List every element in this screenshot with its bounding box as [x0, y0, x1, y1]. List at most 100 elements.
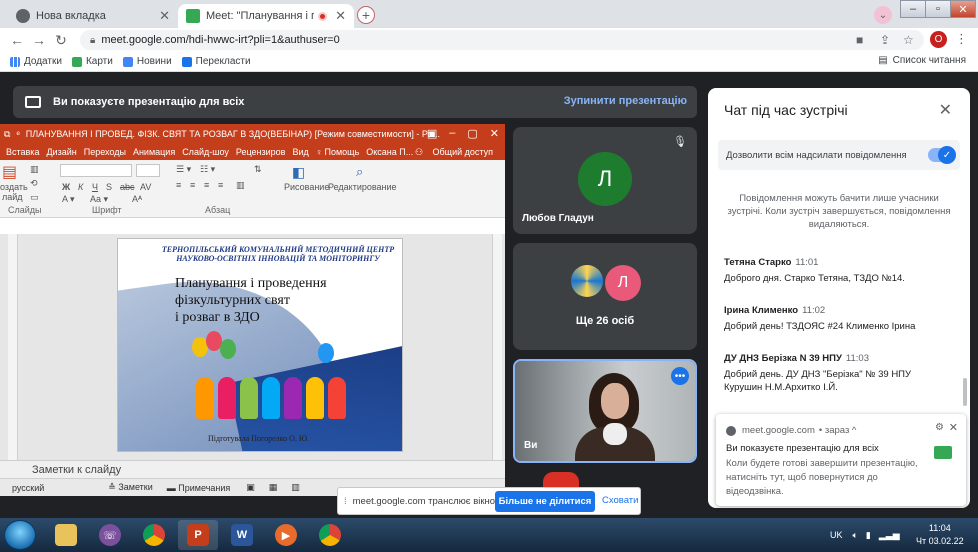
tab-transitions[interactable]: Переходы: [84, 147, 126, 157]
qat-icon[interactable]: ᵉ: [16, 129, 19, 139]
back-icon[interactable]: ←: [6, 32, 28, 48]
new-slide-label-2[interactable]: лайд: [2, 192, 23, 202]
forward-icon[interactable]: →: [28, 32, 50, 48]
tab-review[interactable]: Рецензиров: [236, 147, 286, 157]
close-icon[interactable]: ✕: [949, 421, 958, 434]
address-bar[interactable]: 🔒︎ meet.google.com/hdi-hwwc-irt?pli=1&au…: [80, 30, 924, 50]
tab-new-tab[interactable]: Нова вкладка ✕: [8, 4, 178, 28]
normal-view-icon[interactable]: ▣: [246, 482, 255, 493]
align-left-icon[interactable]: ≡: [176, 180, 181, 190]
search-icon[interactable]: ⌕: [356, 164, 363, 180]
bookmark-apps[interactable]: Додатки: [10, 56, 62, 67]
numbering-icon[interactable]: ☷ ▾: [200, 164, 215, 175]
layout-icon[interactable]: ▥: [30, 164, 39, 175]
share-icon[interactable]: ⇪: [880, 33, 890, 47]
thumbnail-scrollbar[interactable]: [8, 234, 18, 460]
font-name-box[interactable]: [60, 164, 132, 177]
reload-icon[interactable]: ↻: [50, 32, 72, 49]
camera-icon[interactable]: ■: [856, 33, 863, 47]
text-direction-icon[interactable]: ⇅: [254, 164, 262, 175]
strikethrough-icon[interactable]: abc: [120, 182, 135, 192]
taskbar-explorer[interactable]: [46, 520, 86, 550]
others-tile[interactable]: Л Ще 26 осіб: [513, 243, 697, 350]
drag-handle-icon[interactable]: ⁞: [344, 496, 347, 507]
close-icon[interactable]: ✕: [490, 127, 499, 140]
chat-scrollbar[interactable]: [963, 378, 967, 406]
maximize-button[interactable]: ▫: [925, 0, 951, 18]
taskbar-chrome-2[interactable]: [310, 520, 350, 550]
more-options-button[interactable]: •••: [671, 367, 689, 385]
new-slide-label[interactable]: оздать: [0, 182, 28, 192]
bookmark-translate[interactable]: Перекласти: [181, 56, 251, 67]
stop-presenting-button[interactable]: Зупинити презентацію: [564, 95, 687, 107]
minimize-button[interactable]: –: [900, 0, 926, 18]
presenting-notification[interactable]: meet.google.com • зараз ^ ⚙ ✕ Ви показує…: [716, 414, 966, 506]
save-icon[interactable]: ⧉: [4, 129, 10, 140]
taskbar-word[interactable]: W: [222, 520, 262, 550]
taskbar-media-player[interactable]: ▶: [266, 520, 306, 550]
taskbar-chrome[interactable]: [134, 520, 174, 550]
participant-tile[interactable]: 🎙︎ Л Любов Гладун: [513, 127, 697, 234]
chevron-down-icon[interactable]: ⌄: [874, 6, 892, 24]
tab-view[interactable]: Вид: [292, 147, 308, 157]
editing-label[interactable]: Редактирование: [328, 182, 397, 192]
lock-icon[interactable]: 🔒︎: [90, 35, 95, 46]
sorter-view-icon[interactable]: ▦: [269, 482, 278, 493]
more-menu-icon[interactable]: ⋮: [955, 31, 968, 47]
network-icon[interactable]: ▮: [866, 530, 871, 541]
grow-font-icon[interactable]: Aᴬ: [132, 194, 142, 204]
new-tab-button[interactable]: +: [357, 6, 375, 24]
notes-pane[interactable]: Заметки к слайду: [0, 460, 505, 478]
shadow-icon[interactable]: S: [106, 182, 112, 192]
minimize-icon[interactable]: –: [449, 127, 455, 140]
bold-icon[interactable]: Ж: [62, 182, 70, 192]
bookmark-news[interactable]: Новини: [122, 56, 172, 67]
signal-icon[interactable]: ▂▃▅: [879, 530, 900, 541]
tab-animation[interactable]: Анимация: [133, 147, 175, 157]
share-button[interactable]: ⚇ Общий доступ: [408, 147, 493, 158]
case-icon[interactable]: Aa ▾: [90, 194, 108, 205]
align-right-icon[interactable]: ≡: [204, 180, 209, 190]
profile-avatar[interactable]: О: [930, 31, 947, 48]
section-icon[interactable]: ▭: [30, 192, 39, 203]
close-window-button[interactable]: ✕: [950, 0, 976, 18]
align-center-icon[interactable]: ≡: [190, 180, 195, 190]
hide-button[interactable]: Сховати: [602, 495, 638, 506]
font-size-box[interactable]: [136, 164, 160, 177]
tab-meet[interactable]: Meet: "Планування і прове... ✕: [178, 4, 354, 28]
reading-list-button[interactable]: ▤ Список читання: [878, 55, 966, 66]
restore-icon[interactable]: ▢: [467, 127, 477, 140]
star-icon[interactable]: ☆: [903, 33, 914, 47]
clock[interactable]: 11:04 Чт 03.02.22: [916, 522, 964, 548]
keyboard-language[interactable]: UK: [830, 530, 843, 540]
reset-icon[interactable]: ⟲: [30, 178, 38, 189]
tab-insert[interactable]: Вставка: [6, 147, 39, 157]
new-slide-icon[interactable]: ▤: [2, 162, 17, 182]
current-slide[interactable]: ТЕРНОПІЛЬСЬКИЙ КОМУНАЛЬНИЙ МЕТОДИЧНИЙ ЦЕ…: [117, 238, 403, 452]
drawing-icon[interactable]: ◧: [292, 164, 305, 181]
taskbar-viber[interactable]: ☏: [90, 520, 130, 550]
slide-scrollbar[interactable]: [492, 234, 502, 460]
font-color-icon[interactable]: A ▾: [62, 194, 75, 205]
stop-sharing-button[interactable]: Більше не ділитися: [495, 491, 595, 512]
justify-icon[interactable]: ≡: [218, 180, 223, 190]
bookmark-maps[interactable]: Карти: [71, 56, 113, 67]
self-video-tile[interactable]: ••• Ви: [513, 359, 697, 463]
close-icon[interactable]: ✕: [159, 8, 170, 24]
tab-help[interactable]: Помощь: [325, 147, 360, 157]
allow-messages-toggle[interactable]: ✓: [928, 146, 956, 164]
notes-button[interactable]: ≙ Заметки: [108, 482, 152, 493]
gear-icon[interactable]: ⚙: [935, 422, 944, 433]
start-button[interactable]: [4, 520, 36, 550]
bullets-icon[interactable]: ☰ ▾: [176, 164, 191, 175]
tab-slideshow[interactable]: Слайд-шоу: [182, 147, 229, 157]
spacing-icon[interactable]: AV: [140, 182, 151, 192]
volume-icon[interactable]: 🔈︎: [853, 530, 858, 541]
close-icon[interactable]: ✕: [335, 8, 346, 24]
underline-icon[interactable]: Ч: [92, 182, 98, 192]
close-icon[interactable]: ✕: [939, 100, 952, 120]
taskbar-powerpoint[interactable]: P: [178, 520, 218, 550]
comments-button[interactable]: ▬ Примечания: [167, 483, 230, 493]
ribbon-display-icon[interactable]: ▣: [427, 127, 437, 140]
drawing-label[interactable]: Рисование: [284, 182, 329, 192]
